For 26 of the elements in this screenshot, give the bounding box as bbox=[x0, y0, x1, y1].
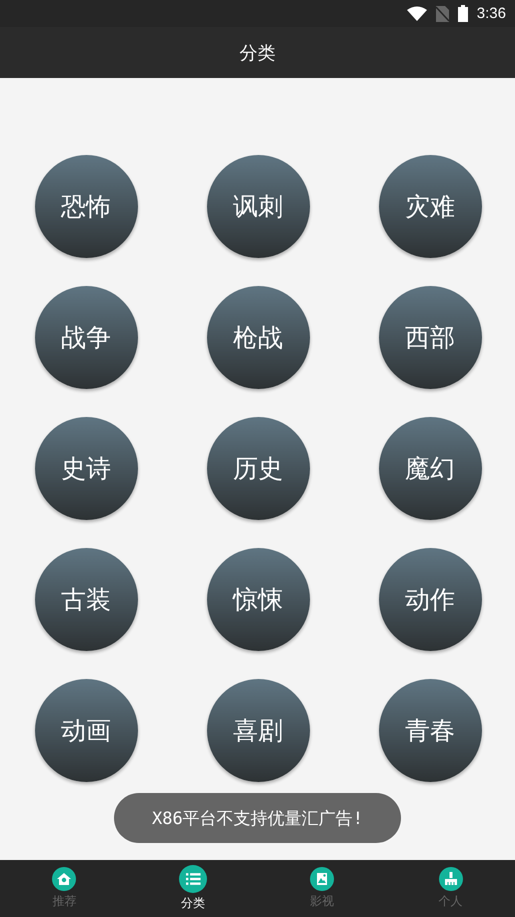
category-button[interactable]: 战争 bbox=[34, 286, 138, 389]
category-button[interactable]: 魔幻 bbox=[378, 417, 482, 520]
category-button[interactable]: 灾难 bbox=[378, 155, 482, 258]
battery-icon bbox=[458, 5, 468, 22]
status-time: 3:36 bbox=[476, 5, 506, 22]
no-sim-icon bbox=[436, 6, 449, 22]
page-title: 分类 bbox=[240, 42, 276, 64]
category-button[interactable]: 枪战 bbox=[206, 286, 310, 389]
house-icon bbox=[52, 867, 76, 891]
category-button[interactable]: 青春 bbox=[378, 679, 482, 782]
category-button[interactable]: 历史 bbox=[206, 417, 310, 520]
category-button[interactable]: 动作 bbox=[378, 548, 482, 651]
broom-icon bbox=[438, 867, 463, 891]
category-button[interactable]: 恐怖 bbox=[34, 155, 138, 258]
nav-tab[interactable]: 分类 bbox=[128, 860, 258, 917]
list-icon bbox=[179, 865, 208, 893]
toast-message: X86平台不支持优量汇广告! bbox=[114, 793, 401, 843]
picture-icon bbox=[310, 867, 334, 891]
category-button[interactable]: 惊悚 bbox=[206, 548, 310, 651]
category-button[interactable]: 古装 bbox=[34, 548, 138, 651]
wifi-icon bbox=[406, 6, 427, 21]
category-button[interactable]: 喜剧 bbox=[206, 679, 310, 782]
category-button[interactable]: 讽刺 bbox=[206, 155, 310, 258]
category-button[interactable]: 动画 bbox=[34, 679, 138, 782]
category-button[interactable]: 史诗 bbox=[34, 417, 138, 520]
category-button[interactable]: 西部 bbox=[378, 286, 482, 389]
